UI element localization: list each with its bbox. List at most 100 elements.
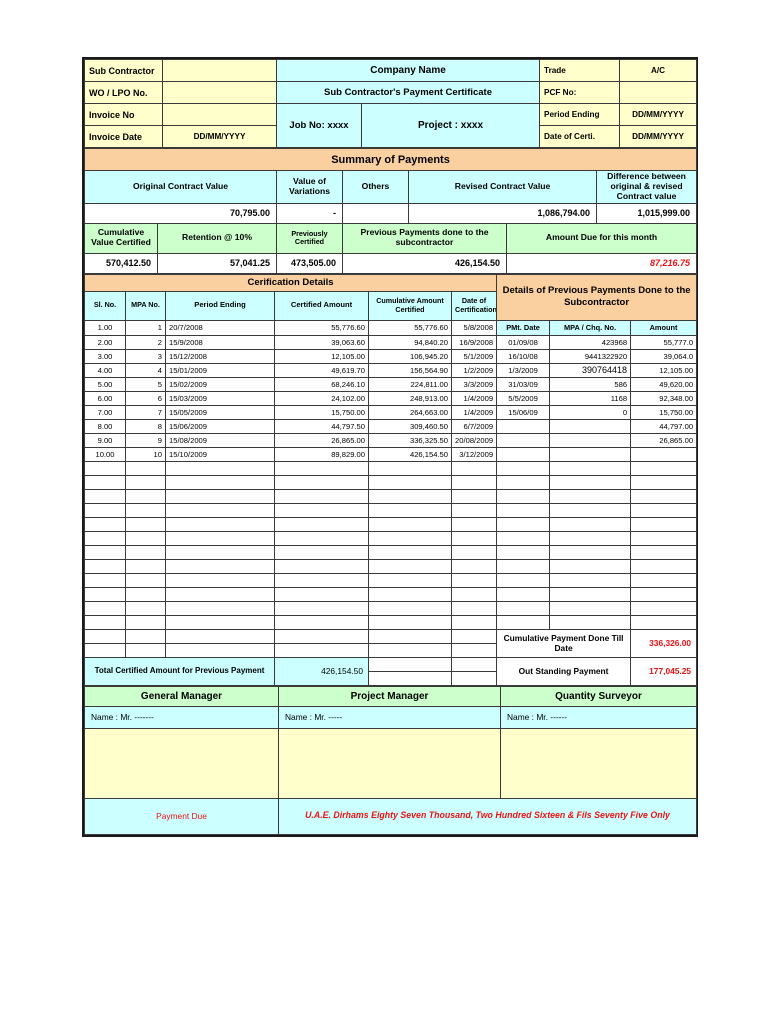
blank-cell[interactable] <box>450 558 498 574</box>
blank-cell[interactable] <box>274 516 369 532</box>
blank-cell[interactable] <box>125 502 166 518</box>
blank-cell[interactable] <box>450 614 498 630</box>
blank-cell[interactable] <box>274 460 369 476</box>
blank-cell[interactable] <box>84 488 126 504</box>
blank-cell[interactable] <box>368 614 452 630</box>
blank-cell[interactable] <box>368 600 452 616</box>
blank-cell[interactable] <box>450 530 498 546</box>
blank-cell[interactable] <box>496 516 551 532</box>
blank-cell[interactable] <box>630 558 698 574</box>
blank-cell[interactable] <box>368 572 452 588</box>
blank-cell[interactable] <box>165 502 275 518</box>
blank-cell[interactable] <box>165 460 275 476</box>
blank-cell[interactable] <box>496 530 551 546</box>
blank-cell[interactable] <box>125 586 166 602</box>
blank-cell[interactable] <box>125 600 166 616</box>
blank-cell[interactable] <box>450 600 498 616</box>
blank-cell[interactable] <box>165 544 275 560</box>
blank-cell[interactable] <box>549 572 632 588</box>
blank-cell[interactable] <box>274 586 369 602</box>
blank-cell[interactable] <box>496 474 551 490</box>
sub-contractor-value[interactable] <box>162 59 277 82</box>
date-of-certi-value[interactable]: DD/MM/YYYY <box>619 125 698 148</box>
blank-cell[interactable] <box>450 502 498 518</box>
blank-cell[interactable] <box>549 544 632 560</box>
blank-cell[interactable] <box>125 516 166 532</box>
blank-cell[interactable] <box>274 530 369 546</box>
blank-cell[interactable] <box>84 502 126 518</box>
blank-cell[interactable] <box>450 572 498 588</box>
blank-cell[interactable] <box>274 572 369 588</box>
blank-cell[interactable] <box>630 600 698 616</box>
blank-cell[interactable] <box>630 586 698 602</box>
blank-cell[interactable] <box>165 488 275 504</box>
blank-cell[interactable] <box>368 586 452 602</box>
blank-cell[interactable] <box>630 488 698 504</box>
blank-cell[interactable] <box>125 460 166 476</box>
blank-cell[interactable] <box>84 558 126 574</box>
blank-cell[interactable] <box>630 474 698 490</box>
blank-cell[interactable] <box>125 614 166 630</box>
blank-cell[interactable] <box>496 502 551 518</box>
blank-cell[interactable] <box>549 530 632 546</box>
blank-cell[interactable] <box>84 600 126 616</box>
blank-cell[interactable] <box>125 558 166 574</box>
invoice-no-value[interactable] <box>162 103 277 126</box>
blank-cell[interactable] <box>368 516 452 532</box>
blank-cell[interactable] <box>368 488 452 504</box>
blank-cell[interactable] <box>549 502 632 518</box>
blank-cell[interactable] <box>630 572 698 588</box>
blank-cell[interactable] <box>368 502 452 518</box>
blank-cell[interactable] <box>450 474 498 490</box>
blank-cell[interactable] <box>450 460 498 476</box>
blank-cell[interactable] <box>496 544 551 560</box>
blank-cell[interactable] <box>368 530 452 546</box>
blank-cell[interactable] <box>274 600 369 616</box>
blank-cell[interactable] <box>630 614 698 630</box>
blank-cell[interactable] <box>165 530 275 546</box>
blank-cell[interactable] <box>496 614 551 630</box>
blank-cell[interactable] <box>84 530 126 546</box>
blank-cell[interactable] <box>496 572 551 588</box>
blank-cell[interactable] <box>165 600 275 616</box>
blank-cell[interactable] <box>84 614 126 630</box>
pcf-no-value[interactable] <box>619 81 698 104</box>
blank-cell[interactable] <box>549 614 632 630</box>
blank-cell[interactable] <box>630 460 698 476</box>
blank-cell[interactable] <box>84 474 126 490</box>
name-general-manager[interactable]: Name : Mr. ------- <box>84 705 279 729</box>
trade-value[interactable]: A/C <box>619 59 698 82</box>
blank-cell[interactable] <box>84 572 126 588</box>
blank-cell[interactable] <box>496 600 551 616</box>
blank-cell[interactable] <box>496 586 551 602</box>
blank-cell[interactable] <box>84 516 126 532</box>
blank-cell[interactable] <box>549 488 632 504</box>
blank-cell[interactable] <box>549 558 632 574</box>
blank-cell[interactable] <box>549 586 632 602</box>
blank-cell[interactable] <box>630 516 698 532</box>
blank-cell[interactable] <box>165 572 275 588</box>
wo-lpo-value[interactable] <box>162 81 277 104</box>
blank-cell[interactable] <box>368 474 452 490</box>
blank-cell[interactable] <box>165 558 275 574</box>
blank-cell[interactable] <box>274 558 369 574</box>
blank-cell[interactable] <box>549 474 632 490</box>
blank-cell[interactable] <box>368 544 452 560</box>
blank-cell[interactable] <box>368 558 452 574</box>
blank-cell[interactable] <box>84 544 126 560</box>
blank-cell[interactable] <box>274 614 369 630</box>
blank-cell[interactable] <box>496 488 551 504</box>
blank-cell[interactable] <box>165 586 275 602</box>
blank-cell[interactable] <box>630 544 698 560</box>
blank-cell[interactable] <box>630 502 698 518</box>
blank-cell[interactable] <box>165 614 275 630</box>
blank-cell[interactable] <box>450 544 498 560</box>
blank-cell[interactable] <box>125 530 166 546</box>
name-project-manager[interactable]: Name : Mr. ----- <box>278 705 501 729</box>
period-ending-value[interactable]: DD/MM/YYYY <box>619 103 698 126</box>
blank-cell[interactable] <box>630 530 698 546</box>
blank-cell[interactable] <box>125 572 166 588</box>
blank-cell[interactable] <box>450 586 498 602</box>
invoice-date-value[interactable]: DD/MM/YYYY <box>162 125 277 148</box>
blank-cell[interactable] <box>368 460 452 476</box>
